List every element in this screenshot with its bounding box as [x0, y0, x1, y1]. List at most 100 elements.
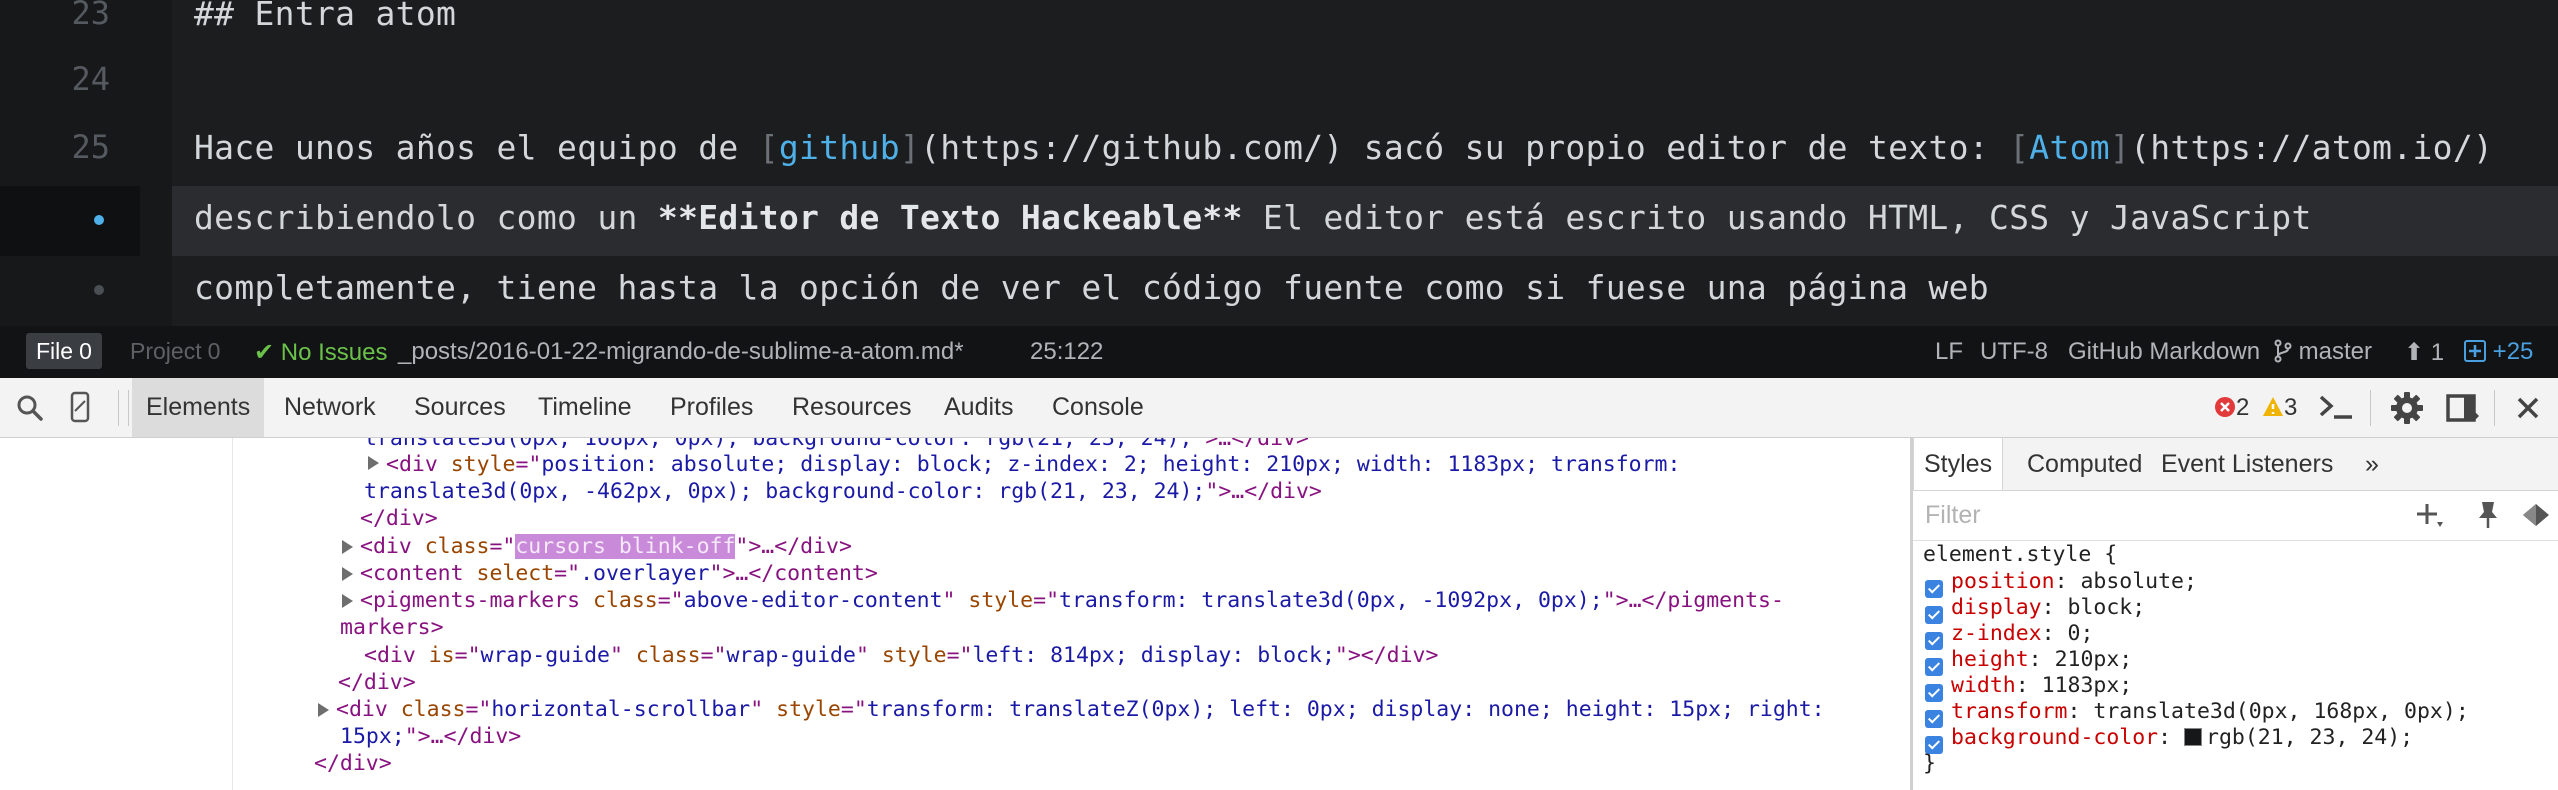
dom-node-line[interactable]: </div>	[338, 670, 416, 695]
new-style-rule-icon[interactable]	[2415, 502, 2445, 530]
property-checkbox[interactable]	[1925, 606, 1943, 624]
dom-node-line[interactable]: <div is="wrap-guide" class="wrap-guide" …	[364, 643, 1438, 668]
dom-node-line[interactable]: <pigments-markers class="above-editor-co…	[360, 588, 1784, 613]
code-line[interactable]: describiendolo como un **Editor de Texto…	[194, 198, 2312, 237]
tab-console[interactable]: Console	[1038, 378, 1158, 437]
expand-arrow-icon[interactable]	[342, 567, 353, 581]
code-line[interactable]: completamente, tiene hasta la opción de …	[194, 268, 1989, 307]
cursor-position[interactable]: 25:122	[1030, 338, 1103, 366]
arrow-up-icon: ⬆	[2404, 339, 2425, 366]
git-changes[interactable]: +25	[2464, 338, 2533, 366]
more-tabs-icon[interactable]: »	[2355, 438, 2389, 490]
search-icon[interactable]	[16, 394, 44, 422]
styles-filter[interactable]: Filter	[1913, 490, 2558, 541]
style-rule-close: }	[1923, 751, 1936, 776]
style-property[interactable]: z-index: 0;	[1951, 621, 2093, 646]
property-checkbox[interactable]	[1925, 580, 1943, 598]
project-count: 0	[207, 338, 221, 364]
elements-panel[interactable]: translate3d(0px, 168px, 0px); background…	[0, 438, 1910, 790]
checkmark-icon: ✔	[254, 339, 275, 366]
expand-arrow-icon[interactable]	[368, 456, 379, 470]
element-state-icon[interactable]	[2521, 502, 2551, 528]
tab-network[interactable]: Network	[270, 378, 390, 437]
devtools-toolbar: Elements Network Sources Timeline Profil…	[0, 378, 2558, 438]
style-property[interactable]: display: block;	[1951, 595, 2145, 620]
style-rule-selector[interactable]: element.style {	[1923, 542, 2117, 567]
dom-token: <pigments-markers	[360, 588, 593, 613]
dom-token: horizontal-scrollbar	[491, 697, 751, 722]
property-checkbox[interactable]	[1925, 658, 1943, 676]
dom-token: ="	[554, 561, 581, 586]
code-line[interactable]: Hace unos años el equipo de [github](htt…	[194, 128, 2493, 167]
style-property[interactable]: position: absolute;	[1951, 569, 2197, 594]
code-token: completamente, tiene hasta la opción de …	[194, 268, 1989, 307]
device-mode-icon[interactable]	[70, 391, 90, 423]
project-tab-label: Project	[130, 338, 202, 364]
toolbar-divider	[2494, 390, 2495, 426]
code-token: [	[2009, 128, 2030, 167]
git-branch[interactable]: master	[2274, 338, 2372, 366]
grammar-selector[interactable]: GitHub Markdown	[2068, 338, 2260, 366]
console-drawer-icon[interactable]	[2318, 392, 2354, 422]
toolbar-divider	[118, 390, 119, 426]
line-ending-selector[interactable]: LF	[1935, 338, 1963, 366]
git-ahead[interactable]: ⬆ 1	[2404, 338, 2444, 367]
style-property[interactable]: transform: translate3d(0px, 168px, 0px);	[1951, 699, 2469, 724]
style-property[interactable]: width: 1183px;	[1951, 673, 2132, 698]
dom-token: above-editor-content	[683, 588, 943, 613]
dom-token: ">…</div>	[735, 534, 852, 559]
wrap-line-dot-icon	[94, 285, 104, 295]
error-warning-counter[interactable]: 2 3	[2214, 394, 2297, 422]
dom-node-line[interactable]: </div>	[360, 506, 438, 531]
dom-node-line[interactable]: <content select=".overlayer">…</content>	[360, 561, 878, 586]
file-tab[interactable]: File 0	[26, 333, 102, 369]
close-icon[interactable]	[2516, 396, 2540, 420]
file-path[interactable]: _posts/2016-01-22-migrando-de-sublime-a-…	[398, 338, 964, 366]
issues-label: No Issues	[280, 339, 388, 366]
code-line[interactable]: ## Entra atom	[194, 0, 456, 33]
tab-audits[interactable]: Audits	[930, 378, 1027, 437]
style-property[interactable]: height: 210px;	[1951, 647, 2132, 672]
tab-resources[interactable]: Resources	[778, 378, 926, 437]
linter-status[interactable]: ✔ No Issues	[254, 338, 388, 367]
expand-arrow-icon[interactable]	[318, 703, 329, 717]
encoding-selector[interactable]: UTF-8	[1980, 338, 2048, 366]
expand-arrow-icon[interactable]	[342, 540, 353, 554]
tab-elements[interactable]: Elements	[132, 378, 265, 437]
property-checkbox[interactable]	[1925, 684, 1943, 702]
expand-arrow-icon[interactable]	[342, 594, 353, 608]
dom-token: ">…</div>	[404, 724, 522, 749]
dom-node-line[interactable]: markers>	[340, 615, 444, 640]
project-tab[interactable]: Project 0	[120, 333, 230, 369]
tab-timeline[interactable]: Timeline	[524, 378, 646, 437]
tab-computed[interactable]: Computed	[2017, 438, 2152, 490]
style-property[interactable]: background-color: rgb(21, 23, 24);	[1951, 725, 2413, 750]
dom-node-line[interactable]: </div>	[314, 751, 392, 776]
tab-profiles[interactable]: Profiles	[656, 378, 767, 437]
dom-node-line[interactable]: <div class="cursors blink-off">…</div>	[360, 534, 852, 559]
dom-token: </div>	[314, 751, 392, 776]
dom-token: ="	[840, 697, 867, 722]
property-checkbox[interactable]	[1925, 710, 1943, 728]
tab-sources[interactable]: Sources	[400, 378, 520, 437]
gear-icon[interactable]	[2390, 391, 2424, 425]
tab-event-listeners[interactable]: Event Listeners	[2151, 438, 2343, 490]
dom-token: ="	[657, 588, 684, 613]
dom-token: "	[609, 643, 636, 668]
property-checkbox[interactable]	[1925, 632, 1943, 650]
dom-node-line[interactable]: 15px;">…</div>	[340, 724, 521, 749]
filter-input[interactable]: Filter	[1925, 501, 1981, 530]
dom-node-line[interactable]: <div class="horizontal-scrollbar" style=…	[336, 697, 1825, 722]
editor-pane[interactable]: 23 24 25 ## Entra atom Hace unos años el…	[0, 0, 2558, 326]
dom-node-line[interactable]: translate3d(0px, 168px, 0px); background…	[364, 438, 1309, 451]
git-branch-icon	[2274, 339, 2292, 363]
pin-icon[interactable]	[2477, 500, 2499, 530]
dock-side-icon[interactable]	[2446, 393, 2480, 423]
tab-styles[interactable]: Styles	[1913, 438, 2004, 490]
color-swatch[interactable]	[2184, 728, 2202, 746]
dom-node-line[interactable]: <div style="position: absolute; display:…	[386, 452, 1680, 477]
dom-node-line[interactable]: translate3d(0px, -462px, 0px); backgroun…	[364, 479, 1322, 504]
code-token: github	[778, 128, 900, 167]
line-number: 24	[71, 60, 110, 98]
line-number-gutter: 23 24 25	[0, 0, 172, 326]
